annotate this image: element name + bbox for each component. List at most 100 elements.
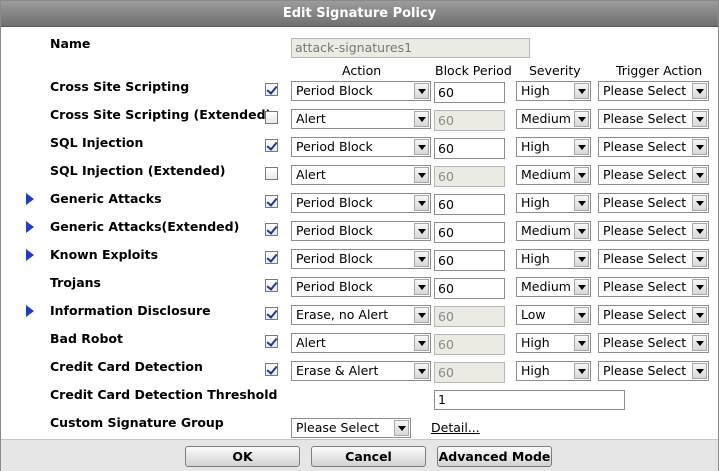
block-period-input-sql-injection[interactable]: 60 [434, 138, 505, 159]
severity-select-sql-injection-extended[interactable]: Medium [516, 165, 591, 185]
expand-arrow-icon[interactable] [26, 249, 34, 261]
enable-checkbox-cross-site-scripting-extended[interactable] [265, 111, 278, 124]
chevron-down-icon[interactable] [692, 111, 707, 127]
chevron-down-icon[interactable] [692, 223, 707, 239]
trigger-action-select-bad-robot[interactable]: Please Select [598, 333, 709, 353]
chevron-down-icon[interactable] [574, 195, 589, 211]
chevron-down-icon[interactable] [414, 251, 429, 267]
action-select-sql-injection[interactable]: Period Block [291, 137, 431, 157]
severity-select-trojans[interactable]: Medium [516, 277, 591, 297]
ok-button[interactable]: OK [185, 446, 300, 467]
trigger-action-select-known-exploits[interactable]: Please Select [598, 249, 709, 269]
chevron-down-icon[interactable] [692, 83, 707, 99]
severity-select-known-exploits[interactable]: High [516, 249, 591, 269]
trigger-action-select-sql-injection[interactable]: Please Select [598, 137, 709, 157]
chevron-down-icon[interactable] [574, 83, 589, 99]
chevron-down-icon[interactable] [692, 195, 707, 211]
enable-checkbox-sql-injection-extended[interactable] [265, 167, 278, 180]
action-select-trojans[interactable]: Period Block [291, 277, 431, 297]
trigger-action-select-cross-site-scripting-extended[interactable]: Please Select [598, 109, 709, 129]
trigger-action-select-sql-injection-extended[interactable]: Please Select [598, 165, 709, 185]
chevron-down-icon[interactable] [692, 139, 707, 155]
trigger-action-select-generic-attacks-extended[interactable]: Please Select [598, 221, 709, 241]
chevron-down-icon[interactable] [414, 335, 429, 351]
chevron-down-icon[interactable] [692, 335, 707, 351]
signature-label-bad-robot: Bad Robot [50, 331, 123, 346]
cancel-button[interactable]: Cancel [311, 446, 426, 467]
chevron-down-icon[interactable] [574, 363, 589, 379]
enable-checkbox-generic-attacks[interactable] [265, 195, 278, 208]
advanced-mode-button[interactable]: Advanced Mode [437, 446, 552, 467]
action-select-information-disclosure[interactable]: Erase, no Alert [291, 305, 431, 325]
block-period-input-trojans[interactable]: 60 [434, 278, 505, 299]
trigger-action-select-trojans[interactable]: Please Select [598, 277, 709, 297]
action-select-cross-site-scripting[interactable]: Period Block [291, 81, 431, 101]
trigger-action-select-information-disclosure[interactable]: Please Select [598, 305, 709, 325]
chevron-down-icon[interactable] [414, 139, 429, 155]
enable-checkbox-trojans[interactable] [265, 279, 278, 292]
action-select-sql-injection-extended[interactable]: Alert [291, 165, 431, 185]
action-select-generic-attacks[interactable]: Period Block [291, 193, 431, 213]
chevron-down-icon[interactable] [692, 307, 707, 323]
chevron-down-icon[interactable] [414, 167, 429, 183]
expand-arrow-icon[interactable] [26, 221, 34, 233]
threshold-input[interactable]: 1 [434, 390, 625, 410]
chevron-down-icon[interactable] [414, 363, 429, 379]
chevron-down-icon[interactable] [574, 307, 589, 323]
trigger-action-select-cross-site-scripting[interactable]: Please Select [598, 81, 709, 101]
chevron-down-icon[interactable] [574, 251, 589, 267]
custom-signature-group-select[interactable]: Please Select [291, 418, 411, 438]
trigger-action-select-credit-card-detection[interactable]: Please Select [598, 361, 709, 381]
block-period-input-known-exploits[interactable]: 60 [434, 250, 505, 271]
chevron-down-icon[interactable] [574, 279, 589, 295]
action-select-generic-attacks-extended[interactable]: Period Block [291, 221, 431, 241]
chevron-down-icon[interactable] [574, 139, 589, 155]
block-period-input-generic-attacks[interactable]: 60 [434, 194, 505, 215]
chevron-down-icon[interactable] [414, 279, 429, 295]
enable-checkbox-bad-robot[interactable] [265, 335, 278, 348]
chevron-down-icon[interactable] [574, 223, 589, 239]
trigger-action-select-generic-attacks[interactable]: Please Select [598, 193, 709, 213]
chevron-down-icon[interactable] [574, 167, 589, 183]
action-select-bad-robot[interactable]: Alert [291, 333, 431, 353]
severity-select-credit-card-detection[interactable]: High [516, 361, 591, 381]
enable-checkbox-generic-attacks-extended[interactable] [265, 223, 278, 236]
chevron-down-icon[interactable] [414, 83, 429, 99]
enable-checkbox-information-disclosure[interactable] [265, 307, 278, 320]
chevron-down-icon[interactable] [414, 111, 429, 127]
block-period-input-generic-attacks-extended[interactable]: 60 [434, 222, 505, 243]
chevron-down-icon[interactable] [692, 251, 707, 267]
severity-select-cross-site-scripting-extended[interactable]: Medium [516, 109, 591, 129]
chevron-down-icon[interactable] [394, 420, 409, 436]
chevron-down-icon[interactable] [414, 195, 429, 211]
enable-checkbox-credit-card-detection[interactable] [265, 363, 278, 376]
enable-checkbox-known-exploits[interactable] [265, 251, 278, 264]
severity-select-bad-robot[interactable]: High [516, 333, 591, 353]
action-select-known-exploits-value: Period Block [296, 251, 373, 266]
severity-select-cross-site-scripting[interactable]: High [516, 81, 591, 101]
expand-arrow-icon[interactable] [26, 305, 34, 317]
signature-label-known-exploits: Known Exploits [50, 247, 159, 262]
chevron-down-icon[interactable] [574, 111, 589, 127]
trigger-action-select-sql-injection-value: Please Select [603, 139, 687, 154]
chevron-down-icon[interactable] [574, 335, 589, 351]
detail-link[interactable]: Detail... [431, 420, 480, 435]
chevron-down-icon[interactable] [692, 167, 707, 183]
severity-select-sql-injection[interactable]: High [516, 137, 591, 157]
trigger-action-select-credit-card-detection-value: Please Select [603, 363, 687, 378]
chevron-down-icon[interactable] [414, 307, 429, 323]
block-period-input-cross-site-scripting[interactable]: 60 [434, 82, 505, 103]
action-select-cross-site-scripting-extended[interactable]: Alert [291, 109, 431, 129]
severity-select-generic-attacks[interactable]: High [516, 193, 591, 213]
enable-checkbox-sql-injection[interactable] [265, 139, 278, 152]
chevron-down-icon[interactable] [414, 223, 429, 239]
expand-arrow-icon[interactable] [26, 193, 34, 205]
chevron-down-icon[interactable] [692, 363, 707, 379]
action-select-known-exploits[interactable]: Period Block [291, 249, 431, 269]
signature-label-generic-attacks: Generic Attacks [50, 191, 162, 206]
chevron-down-icon[interactable] [692, 279, 707, 295]
enable-checkbox-cross-site-scripting[interactable] [265, 83, 278, 96]
action-select-credit-card-detection[interactable]: Erase & Alert [291, 361, 431, 381]
severity-select-information-disclosure[interactable]: Low [516, 305, 591, 325]
severity-select-generic-attacks-extended[interactable]: Medium [516, 221, 591, 241]
